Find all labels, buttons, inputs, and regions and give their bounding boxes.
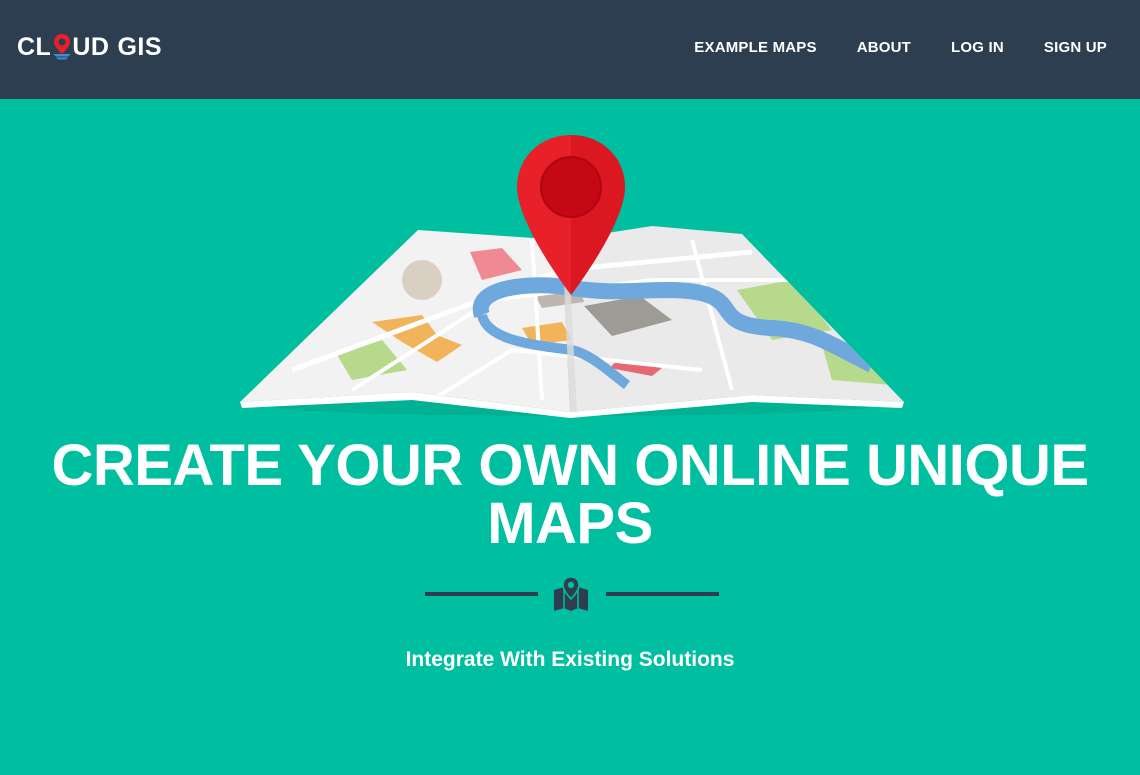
divider-line-left <box>425 592 538 596</box>
nav-menu: EXAMPLE MAPS ABOUT LOG IN SIGN UP <box>694 36 1107 58</box>
brand-text-gis: GIS <box>117 32 163 61</box>
headline-divider <box>425 576 719 612</box>
brand-text-prefix: CL <box>17 32 52 61</box>
map-marker-icon <box>552 576 590 612</box>
brand-logo[interactable]: CL UD GIS <box>17 31 162 63</box>
top-navbar: CL UD GIS EXAMPLE MAPS ABOUT LOG IN SIGN… <box>0 0 1140 99</box>
hero-subtitle: Integrate With Existing Solutions <box>405 648 735 671</box>
nav-link-log-in[interactable]: LOG IN <box>951 39 1004 56</box>
brand-text-suffix: UD <box>72 32 110 61</box>
folded-map-with-pin-icon <box>232 130 912 420</box>
nav-link-example-maps[interactable]: EXAMPLE MAPS <box>694 39 816 56</box>
divider-line-right <box>606 592 719 596</box>
hero-headline: CREATE YOUR OWN ONLINE UNIQUE MAPS <box>51 433 1089 556</box>
nav-link-sign-up[interactable]: SIGN UP <box>1044 39 1107 56</box>
logo-pin-icon <box>52 32 72 60</box>
nav-link-about[interactable]: ABOUT <box>857 39 911 56</box>
